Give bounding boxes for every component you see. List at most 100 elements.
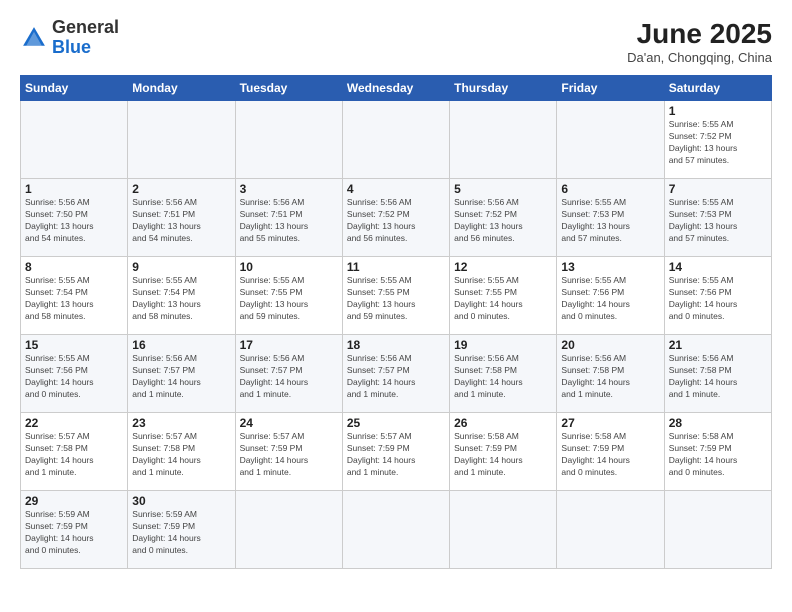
day-info: Sunrise: 5:58 AM Sunset: 7:59 PM Dayligh… xyxy=(454,431,552,479)
col-friday: Friday xyxy=(557,76,664,101)
day-number: 29 xyxy=(25,494,123,508)
day-info: Sunrise: 5:55 AM Sunset: 7:55 PM Dayligh… xyxy=(240,275,338,323)
day-info: Sunrise: 5:57 AM Sunset: 7:59 PM Dayligh… xyxy=(240,431,338,479)
day-info: Sunrise: 5:57 AM Sunset: 7:58 PM Dayligh… xyxy=(25,431,123,479)
location: Da'an, Chongqing, China xyxy=(627,50,772,65)
table-cell: 3Sunrise: 5:56 AM Sunset: 7:51 PM Daylig… xyxy=(235,179,342,257)
table-cell: 24Sunrise: 5:57 AM Sunset: 7:59 PM Dayli… xyxy=(235,413,342,491)
day-info: Sunrise: 5:55 AM Sunset: 7:55 PM Dayligh… xyxy=(454,275,552,323)
day-number: 5 xyxy=(454,182,552,196)
day-info: Sunrise: 5:55 AM Sunset: 7:55 PM Dayligh… xyxy=(347,275,445,323)
day-number: 4 xyxy=(347,182,445,196)
logo-text: General Blue xyxy=(52,18,119,58)
col-wednesday: Wednesday xyxy=(342,76,449,101)
table-cell: 27Sunrise: 5:58 AM Sunset: 7:59 PM Dayli… xyxy=(557,413,664,491)
col-saturday: Saturday xyxy=(664,76,771,101)
logo-blue: Blue xyxy=(52,37,91,57)
table-cell: 25Sunrise: 5:57 AM Sunset: 7:59 PM Dayli… xyxy=(342,413,449,491)
day-number: 23 xyxy=(132,416,230,430)
day-number: 28 xyxy=(669,416,767,430)
day-number: 1 xyxy=(25,182,123,196)
table-cell: 18Sunrise: 5:56 AM Sunset: 7:57 PM Dayli… xyxy=(342,335,449,413)
table-cell: 21Sunrise: 5:56 AM Sunset: 7:58 PM Dayli… xyxy=(664,335,771,413)
day-number: 19 xyxy=(454,338,552,352)
day-info: Sunrise: 5:56 AM Sunset: 7:57 PM Dayligh… xyxy=(132,353,230,401)
day-info: Sunrise: 5:55 AM Sunset: 7:53 PM Dayligh… xyxy=(561,197,659,245)
day-number: 17 xyxy=(240,338,338,352)
page: General Blue June 2025 Da'an, Chongqing,… xyxy=(0,0,792,612)
day-number: 27 xyxy=(561,416,659,430)
day-number: 16 xyxy=(132,338,230,352)
day-number: 1 xyxy=(669,104,767,118)
table-cell xyxy=(21,101,128,179)
table-cell: 19Sunrise: 5:56 AM Sunset: 7:58 PM Dayli… xyxy=(450,335,557,413)
table-cell xyxy=(557,491,664,569)
table-cell: 30Sunrise: 5:59 AM Sunset: 7:59 PM Dayli… xyxy=(128,491,235,569)
col-thursday: Thursday xyxy=(450,76,557,101)
day-number: 18 xyxy=(347,338,445,352)
table-cell xyxy=(235,491,342,569)
week-row: 29Sunrise: 5:59 AM Sunset: 7:59 PM Dayli… xyxy=(21,491,772,569)
col-sunday: Sunday xyxy=(21,76,128,101)
table-cell: 1Sunrise: 5:55 AM Sunset: 7:52 PM Daylig… xyxy=(664,101,771,179)
week-row: 8Sunrise: 5:55 AM Sunset: 7:54 PM Daylig… xyxy=(21,257,772,335)
day-number: 8 xyxy=(25,260,123,274)
day-info: Sunrise: 5:58 AM Sunset: 7:59 PM Dayligh… xyxy=(669,431,767,479)
day-info: Sunrise: 5:56 AM Sunset: 7:51 PM Dayligh… xyxy=(240,197,338,245)
logo: General Blue xyxy=(20,18,119,58)
week-row: 1Sunrise: 5:56 AM Sunset: 7:50 PM Daylig… xyxy=(21,179,772,257)
header: General Blue June 2025 Da'an, Chongqing,… xyxy=(20,18,772,65)
col-monday: Monday xyxy=(128,76,235,101)
day-info: Sunrise: 5:59 AM Sunset: 7:59 PM Dayligh… xyxy=(25,509,123,557)
day-number: 25 xyxy=(347,416,445,430)
day-info: Sunrise: 5:55 AM Sunset: 7:56 PM Dayligh… xyxy=(669,275,767,323)
day-info: Sunrise: 5:56 AM Sunset: 7:58 PM Dayligh… xyxy=(561,353,659,401)
day-info: Sunrise: 5:56 AM Sunset: 7:57 PM Dayligh… xyxy=(240,353,338,401)
week-row: 1Sunrise: 5:55 AM Sunset: 7:52 PM Daylig… xyxy=(21,101,772,179)
day-number: 3 xyxy=(240,182,338,196)
day-info: Sunrise: 5:56 AM Sunset: 7:58 PM Dayligh… xyxy=(454,353,552,401)
month-title: June 2025 xyxy=(627,18,772,50)
day-number: 12 xyxy=(454,260,552,274)
table-cell: 22Sunrise: 5:57 AM Sunset: 7:58 PM Dayli… xyxy=(21,413,128,491)
table-cell: 2Sunrise: 5:56 AM Sunset: 7:51 PM Daylig… xyxy=(128,179,235,257)
table-cell: 14Sunrise: 5:55 AM Sunset: 7:56 PM Dayli… xyxy=(664,257,771,335)
table-cell: 11Sunrise: 5:55 AM Sunset: 7:55 PM Dayli… xyxy=(342,257,449,335)
day-number: 11 xyxy=(347,260,445,274)
table-cell: 5Sunrise: 5:56 AM Sunset: 7:52 PM Daylig… xyxy=(450,179,557,257)
table-cell: 29Sunrise: 5:59 AM Sunset: 7:59 PM Dayli… xyxy=(21,491,128,569)
logo-general: General xyxy=(52,17,119,37)
day-number: 9 xyxy=(132,260,230,274)
day-number: 21 xyxy=(669,338,767,352)
table-cell: 10Sunrise: 5:55 AM Sunset: 7:55 PM Dayli… xyxy=(235,257,342,335)
day-info: Sunrise: 5:55 AM Sunset: 7:56 PM Dayligh… xyxy=(561,275,659,323)
day-number: 6 xyxy=(561,182,659,196)
table-cell: 28Sunrise: 5:58 AM Sunset: 7:59 PM Dayli… xyxy=(664,413,771,491)
day-info: Sunrise: 5:55 AM Sunset: 7:52 PM Dayligh… xyxy=(669,119,767,167)
day-info: Sunrise: 5:56 AM Sunset: 7:52 PM Dayligh… xyxy=(347,197,445,245)
calendar-table: Sunday Monday Tuesday Wednesday Thursday… xyxy=(20,75,772,569)
day-number: 24 xyxy=(240,416,338,430)
table-cell: 9Sunrise: 5:55 AM Sunset: 7:54 PM Daylig… xyxy=(128,257,235,335)
day-info: Sunrise: 5:59 AM Sunset: 7:59 PM Dayligh… xyxy=(132,509,230,557)
day-info: Sunrise: 5:57 AM Sunset: 7:58 PM Dayligh… xyxy=(132,431,230,479)
logo-icon xyxy=(20,24,48,52)
day-number: 2 xyxy=(132,182,230,196)
day-number: 13 xyxy=(561,260,659,274)
day-number: 26 xyxy=(454,416,552,430)
table-cell xyxy=(235,101,342,179)
day-number: 30 xyxy=(132,494,230,508)
day-info: Sunrise: 5:56 AM Sunset: 7:50 PM Dayligh… xyxy=(25,197,123,245)
day-info: Sunrise: 5:56 AM Sunset: 7:51 PM Dayligh… xyxy=(132,197,230,245)
day-number: 15 xyxy=(25,338,123,352)
title-block: June 2025 Da'an, Chongqing, China xyxy=(627,18,772,65)
table-cell xyxy=(450,491,557,569)
table-cell: 16Sunrise: 5:56 AM Sunset: 7:57 PM Dayli… xyxy=(128,335,235,413)
day-info: Sunrise: 5:57 AM Sunset: 7:59 PM Dayligh… xyxy=(347,431,445,479)
table-cell: 12Sunrise: 5:55 AM Sunset: 7:55 PM Dayli… xyxy=(450,257,557,335)
table-cell xyxy=(557,101,664,179)
day-info: Sunrise: 5:56 AM Sunset: 7:58 PM Dayligh… xyxy=(669,353,767,401)
day-info: Sunrise: 5:55 AM Sunset: 7:53 PM Dayligh… xyxy=(669,197,767,245)
week-row: 15Sunrise: 5:55 AM Sunset: 7:56 PM Dayli… xyxy=(21,335,772,413)
day-info: Sunrise: 5:55 AM Sunset: 7:54 PM Dayligh… xyxy=(25,275,123,323)
